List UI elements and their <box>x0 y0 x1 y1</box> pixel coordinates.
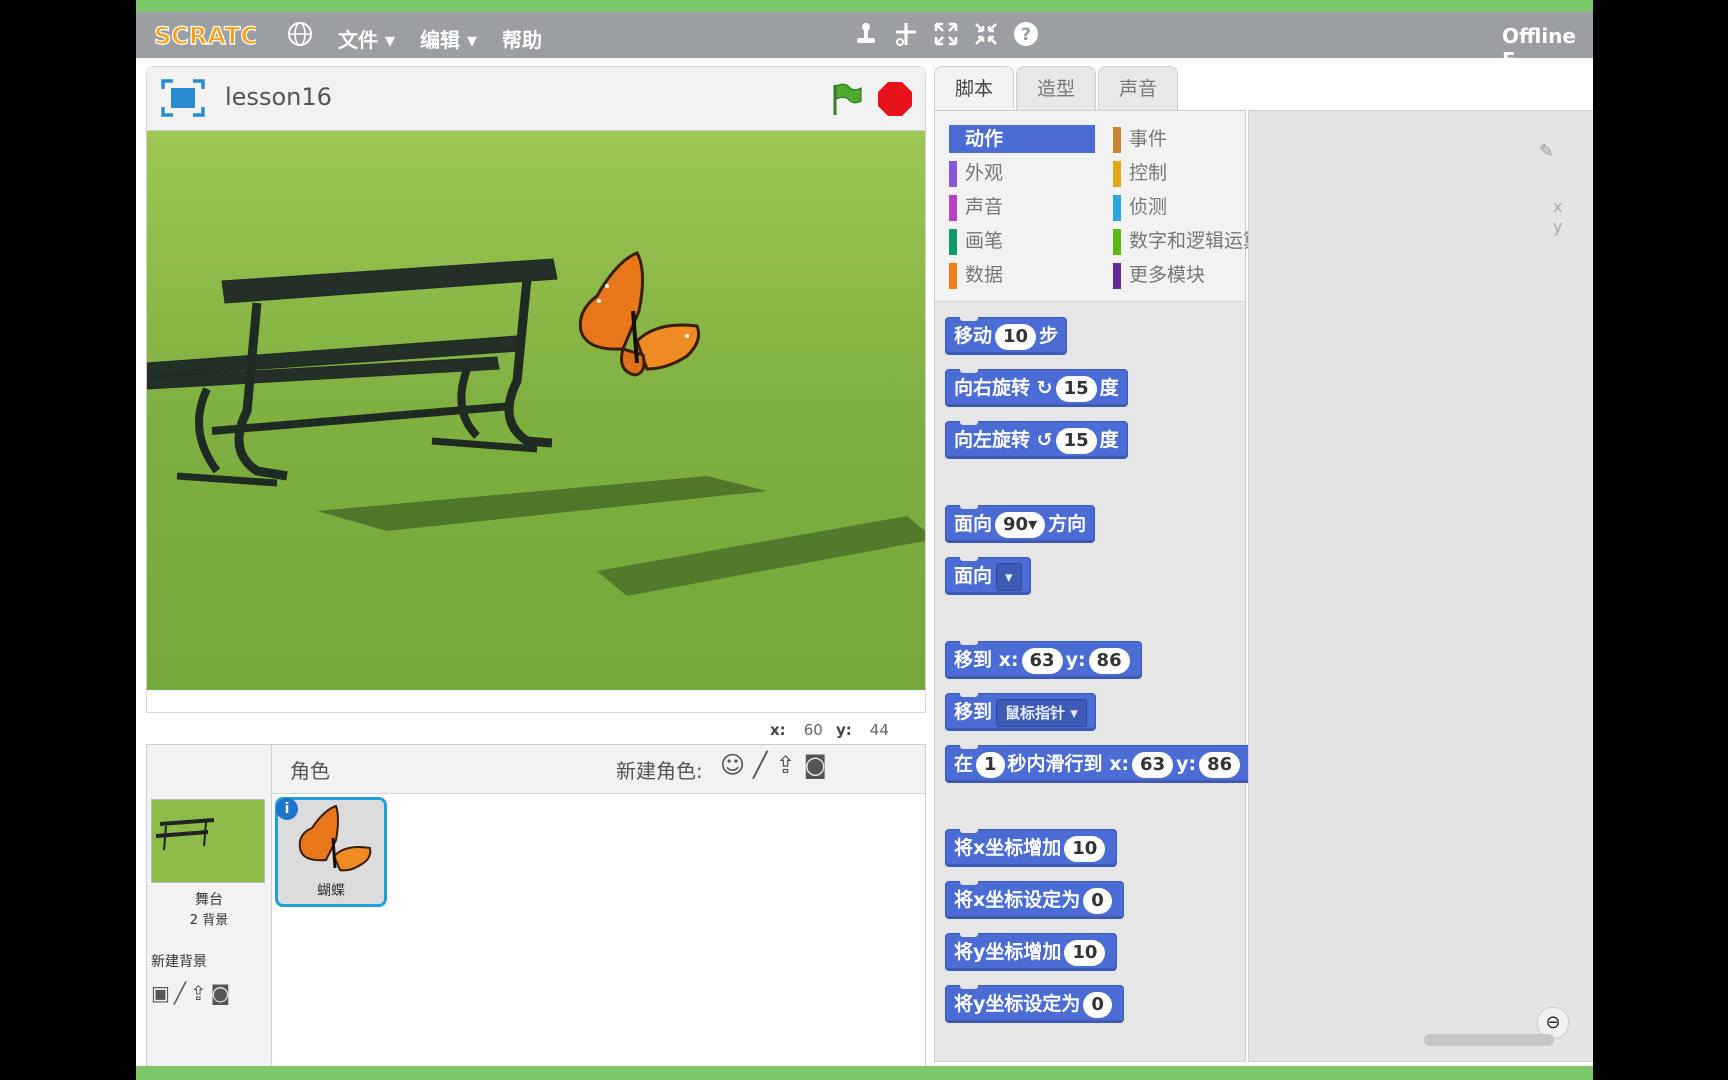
stage-label: 舞台 <box>195 892 223 908</box>
bottom-strip <box>136 1066 1593 1080</box>
category-data[interactable]: 数据 <box>949 261 1095 289</box>
info-icon[interactable]: i <box>276 798 298 820</box>
offline-editor-label: Offline E <box>1502 24 1576 72</box>
sprite-tile[interactable]: i 蝴蝶 <box>275 797 387 907</box>
block-go-to-xy[interactable]: 移到 x: 63 y: 86 <box>945 641 1142 679</box>
rotate-left-icon: ↺ <box>1036 429 1053 451</box>
menu-edit[interactable]: 编辑 ▾ <box>420 24 477 53</box>
globe-icon[interactable] <box>286 20 314 48</box>
paint-library-icon[interactable]: ▣ <box>151 981 174 1005</box>
sprite-ghost-icon: ✎ <box>1539 141 1555 162</box>
category-pen[interactable]: 画笔 <box>949 227 1095 255</box>
block-change-y[interactable]: 将y坐标增加 10 <box>945 933 1118 971</box>
category-events[interactable]: 事件 <box>1113 125 1243 153</box>
svg-text:?: ? <box>1021 25 1031 45</box>
stage-thumbnail[interactable] <box>151 799 265 883</box>
upload-icon[interactable]: ⇪ <box>190 981 211 1005</box>
butterfly-thumbnail <box>298 804 372 872</box>
shrink-icon[interactable] <box>972 20 1000 48</box>
paint-new-sprite-icon[interactable]: ╱ <box>753 751 775 779</box>
category-sound[interactable]: 声音 <box>949 193 1095 221</box>
presentation-mode-icon[interactable] <box>161 79 205 117</box>
sprite-name: 蝴蝶 <box>317 883 345 899</box>
mouse-x-readout: x: 60 <box>770 721 823 739</box>
scripts-horizontal-scrollbar[interactable] <box>1424 1034 1554 1046</box>
tab-sounds[interactable]: 声音 <box>1098 66 1178 111</box>
duplicate-stamp-icon[interactable] <box>852 20 880 48</box>
category-looks[interactable]: 外观 <box>949 159 1095 187</box>
block-change-x[interactable]: 将x坐标增加 10 <box>945 829 1118 867</box>
block-point-towards[interactable]: 面向 ▾ <box>945 557 1031 595</box>
sprite-pane: 舞台 2 背景 新建背景 ▣╱⇪◙ 角色 新建角色: ☺╱⇪◙ i 蝴蝶 <box>146 744 926 1076</box>
menu-help[interactable]: 帮助 <box>502 24 542 53</box>
block-point-in-direction[interactable]: 面向 90▾ 方向 <box>945 505 1096 543</box>
stage-canvas[interactable] <box>146 130 926 692</box>
tab-scripts[interactable]: 脚本 <box>934 66 1014 113</box>
mouse-y-readout: y: 44 <box>836 721 889 739</box>
category-more-blocks[interactable]: 更多模块 <box>1113 261 1243 289</box>
logo-text: SCRATCH <box>154 22 256 50</box>
block-glide[interactable]: 在 1 秒内滑行到 x: 63 y: 86 <box>945 745 1263 783</box>
menu-bar: SCRATCH 文件 ▾ 编辑 ▾ 帮助 ? Offline E <box>136 12 1593 72</box>
help-question-icon[interactable]: ? <box>1012 20 1040 48</box>
block-move-steps[interactable]: 移动 10 步 <box>945 317 1068 355</box>
new-backdrop-tools: ▣╱⇪◙ <box>151 981 234 1005</box>
sprites-title: 角色 <box>290 759 330 783</box>
tab-costumes[interactable]: 造型 <box>1016 66 1096 111</box>
sprite-list-header: 角色 新建角色: ☺╱⇪◙ <box>272 745 925 794</box>
delete-scissors-icon[interactable] <box>892 20 920 48</box>
paint-brush-icon[interactable]: ╱ <box>174 981 190 1005</box>
stage-header: lesson16 <box>146 66 926 131</box>
block-go-to[interactable]: 移到 鼠标指针 ▾ <box>945 693 1096 731</box>
sprite-library-icon[interactable]: ☺ <box>720 751 753 779</box>
block-turn-left[interactable]: 向左旋转 ↺ 15 度 <box>945 421 1128 459</box>
green-flag-icon[interactable] <box>827 81 863 117</box>
category-control[interactable]: 控制 <box>1113 159 1243 187</box>
category-selector: 动作 外观 声音 画笔 数据 事件 控制 侦测 数字和逻辑运算 更多模块 <box>935 111 1262 302</box>
stage-backdrop-park <box>147 131 925 691</box>
new-backdrop-label: 新建背景 <box>151 954 207 970</box>
menu-file[interactable]: 文件 ▾ <box>338 24 395 53</box>
sprite-x-readout: x <box>1553 197 1563 216</box>
rotate-right-icon: ↻ <box>1036 377 1053 399</box>
stage-footer <box>146 690 926 713</box>
block-turn-right[interactable]: 向右旋转 ↻ 15 度 <box>945 369 1128 407</box>
block-set-y[interactable]: 将y坐标设定为 0 <box>945 985 1124 1023</box>
category-sensing[interactable]: 侦测 <box>1113 193 1243 221</box>
stage-backdrop-count: 2 背景 <box>189 913 229 928</box>
upload-sprite-icon[interactable]: ⇪ <box>775 751 803 779</box>
scripts-area[interactable]: x y ✎ ⊖ <box>1248 110 1593 1062</box>
camera-icon[interactable]: ◙ <box>211 981 234 1005</box>
block-palette: 动作 外观 声音 画笔 数据 事件 控制 侦测 数字和逻辑运算 更多模块 移动 1… <box>934 110 1263 1062</box>
category-motion[interactable]: 动作 <box>949 125 1095 153</box>
scratch-logo[interactable]: SCRATCH <box>152 18 256 52</box>
category-operators[interactable]: 数字和逻辑运算 <box>1113 227 1262 255</box>
block-set-x[interactable]: 将x坐标设定为 0 <box>945 881 1124 919</box>
stage-thumbnail-column: 舞台 2 背景 新建背景 ▣╱⇪◙ <box>147 745 272 1075</box>
new-sprite-label: 新建角色: <box>616 759 703 783</box>
scratch-window: SCRATCH 文件 ▾ 编辑 ▾ 帮助 ? Offline E lesson <box>136 0 1593 1080</box>
sprite-y-readout: y <box>1553 217 1563 236</box>
project-title[interactable]: lesson16 <box>225 83 332 111</box>
camera-sprite-icon[interactable]: ◙ <box>804 751 835 779</box>
stop-sign-icon[interactable] <box>877 81 913 117</box>
grow-icon[interactable] <box>932 20 960 48</box>
new-sprite-tools: ☺╱⇪◙ <box>720 751 835 779</box>
top-strip <box>136 0 1593 12</box>
